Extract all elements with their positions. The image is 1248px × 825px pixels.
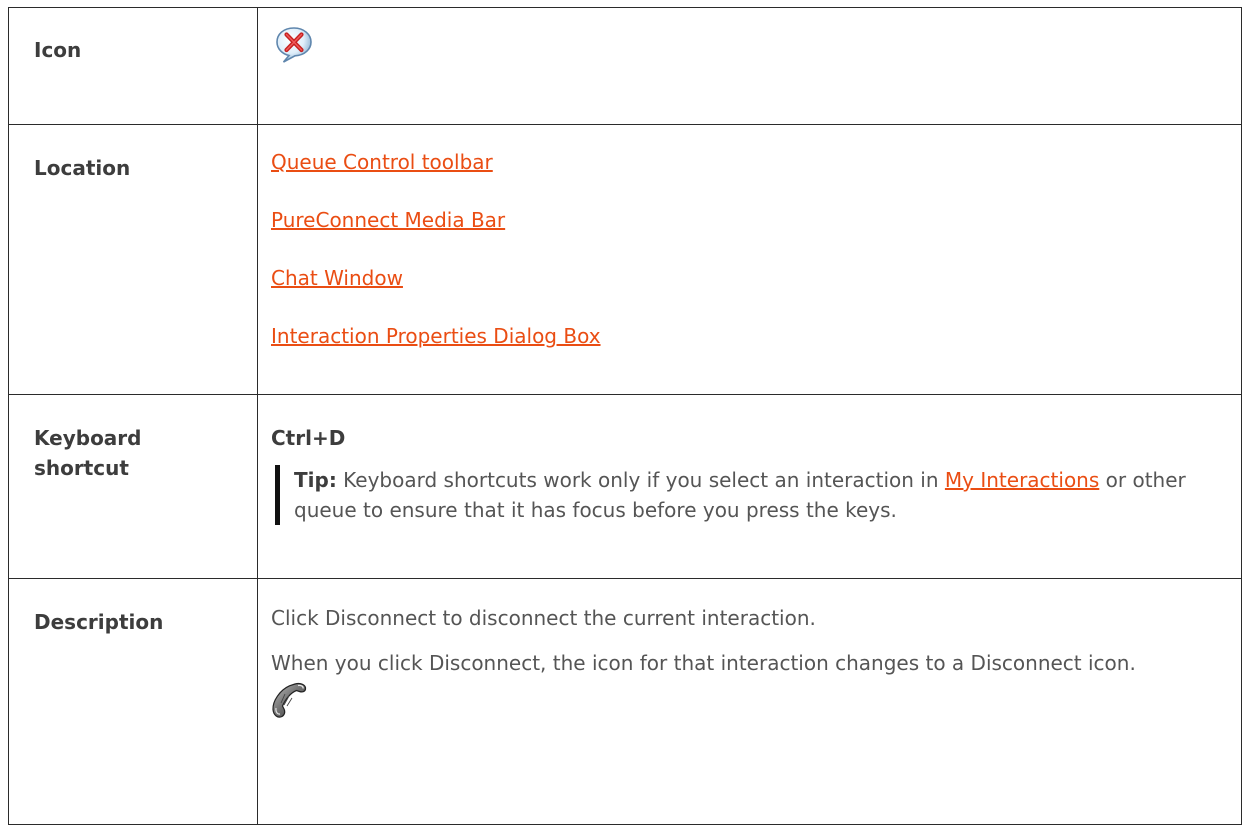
properties-table: Icon Location Queue Control toolbar Pure… — [8, 7, 1242, 825]
tip-note: Tip: Keyboard shortcuts work only if you… — [275, 465, 1217, 525]
icon-cell — [257, 7, 1242, 125]
keyboard-shortcut-row: Keyboard shortcut Ctrl+D Tip: Keyboard s… — [8, 394, 1242, 579]
icon-label: Icon — [8, 7, 258, 125]
link-chat-window[interactable]: Chat Window — [271, 263, 403, 293]
keyboard-shortcut-cell: Ctrl+D Tip: Keyboard shortcuts work only… — [257, 394, 1242, 579]
location-row: Location Queue Control toolbar PureConne… — [8, 124, 1242, 395]
shortcut-keys: Ctrl+D — [271, 426, 346, 450]
description-row: Description Click Disconnect to disconne… — [8, 578, 1242, 825]
disconnected-phone-icon — [272, 682, 307, 718]
tip-prefix: Tip: — [294, 468, 337, 492]
location-label: Location — [8, 124, 258, 395]
keyboard-shortcut-label: Keyboard shortcut — [8, 394, 258, 579]
description-text-1: Click Disconnect to disconnect the curre… — [271, 606, 816, 630]
description-text-2: When you click Disconnect, the icon for … — [271, 651, 1136, 675]
location-cell: Queue Control toolbar PureConnect Media … — [257, 124, 1242, 395]
link-interaction-properties-dialog-box[interactable]: Interaction Properties Dialog Box — [271, 321, 601, 351]
disconnect-bubble-icon — [276, 27, 312, 63]
link-pureconnect-media-bar[interactable]: PureConnect Media Bar — [271, 205, 505, 235]
link-queue-control-toolbar[interactable]: Queue Control toolbar — [271, 147, 493, 177]
tip-text-before: Keyboard shortcuts work only if you sele… — [343, 468, 939, 492]
description-cell: Click Disconnect to disconnect the curre… — [257, 578, 1242, 825]
link-my-interactions[interactable]: My Interactions — [945, 468, 1099, 492]
description-label: Description — [8, 578, 258, 825]
icon-row: Icon — [8, 7, 1242, 125]
